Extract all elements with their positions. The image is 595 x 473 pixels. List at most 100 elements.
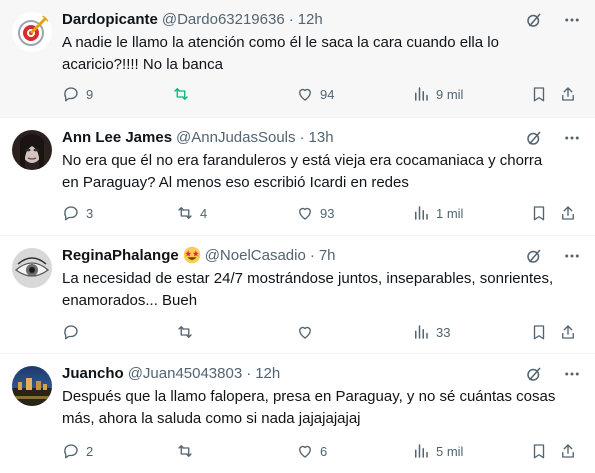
like-icon (299, 445, 311, 458)
views-button[interactable]: 33 (412, 322, 450, 342)
bookmark-button[interactable] (530, 322, 548, 342)
retweet-button[interactable] (172, 84, 196, 104)
tweet-top-actions (525, 129, 581, 147)
avatar[interactable] (12, 130, 52, 170)
tweet-top-actions (525, 365, 581, 383)
retweet-button[interactable] (176, 441, 194, 461)
separator-dot: · (299, 128, 305, 146)
tweet-actions: 2 6 5 mil (62, 441, 582, 461)
author-handle[interactable]: @AnnJudasSouls (176, 129, 295, 146)
like-count: 6 (320, 443, 328, 459)
like-count: 93 (320, 205, 335, 221)
more-icon[interactable] (563, 11, 581, 29)
reply-icon (64, 206, 78, 221)
share-button[interactable] (559, 203, 577, 223)
tweet-header: Ann Lee James @AnnJudasSouls · 13h (62, 126, 334, 148)
reply-button[interactable] (62, 322, 80, 342)
separator-dot: · (288, 10, 294, 28)
tweet-top-actions (525, 247, 581, 265)
tweet-header: ReginaPhalange @NoelCasadio · 7h (62, 244, 336, 266)
author-handle[interactable]: @Dardo63219636 (162, 11, 285, 28)
tweet[interactable]: Juancho @Juan45043803 · 12h Después que … (0, 354, 595, 473)
avatar[interactable] (12, 12, 52, 52)
more-icon[interactable] (563, 247, 581, 265)
tweet-feed: Dardopicante @Dardo63219636 · 12h A nadi… (0, 0, 595, 473)
timestamp[interactable]: 13h (309, 129, 334, 146)
avatar[interactable] (12, 366, 52, 406)
timestamp[interactable]: 7h (319, 247, 336, 264)
grok-icon[interactable] (525, 365, 543, 383)
retweet-icon (178, 207, 192, 219)
like-button[interactable] (296, 322, 314, 342)
retweet-icon (178, 326, 192, 338)
retweet-icon (174, 88, 188, 100)
tweet-actions: 9 94 9 mil (62, 84, 582, 104)
star-struck-emoji (183, 246, 201, 264)
reply-count: 9 (86, 86, 94, 102)
share-button[interactable] (559, 441, 577, 461)
author-name[interactable]: Ann Lee James (62, 129, 172, 146)
grok-icon[interactable] (525, 129, 543, 147)
bookmark-button[interactable] (530, 203, 548, 223)
share-icon (562, 325, 574, 339)
reply-button[interactable]: 2 (62, 441, 93, 461)
avatar-image (12, 248, 52, 288)
like-icon (299, 326, 311, 339)
views-button[interactable]: 5 mil (412, 441, 463, 461)
views-icon (415, 87, 428, 101)
author-handle[interactable]: @Juan45043803 (128, 365, 243, 382)
views-count: 9 mil (436, 86, 464, 102)
bookmark-icon (533, 444, 545, 459)
share-icon (562, 444, 574, 458)
tweet-text: No era que él no era faranduleros y está… (62, 152, 543, 191)
avatar-image (12, 130, 52, 170)
reply-icon (64, 87, 78, 102)
author-handle[interactable]: @NoelCasadio (205, 247, 306, 264)
tweet-top-actions (525, 11, 581, 29)
grok-icon[interactable] (525, 11, 543, 29)
reply-button[interactable]: 3 (62, 203, 93, 223)
retweet-button[interactable]: 4 (176, 203, 207, 223)
views-icon (415, 325, 428, 339)
share-button[interactable] (559, 84, 577, 104)
more-icon[interactable] (563, 365, 581, 383)
views-button[interactable]: 9 mil (412, 84, 463, 104)
reply-icon (64, 444, 78, 459)
like-icon (299, 207, 311, 220)
reply-button[interactable]: 9 (62, 84, 93, 104)
author-name[interactable]: Juancho (62, 365, 124, 382)
tweet[interactable]: Dardopicante @Dardo63219636 · 12h A nadi… (0, 0, 595, 117)
tweet-actions: 3 4 93 1 mil (62, 203, 582, 223)
author-name[interactable]: ReginaPhalange (62, 247, 179, 264)
reply-count: 3 (86, 205, 94, 221)
tweet-text: Después que la llamo falopera, presa en … (62, 388, 556, 427)
bookmark-button[interactable] (530, 84, 548, 104)
separator-dot: · (309, 246, 315, 264)
avatar-image (12, 366, 52, 406)
like-button[interactable]: 93 (296, 203, 334, 223)
retweet-icon (178, 445, 192, 457)
author-name[interactable]: Dardopicante (62, 11, 158, 28)
like-icon (299, 88, 311, 101)
views-button[interactable]: 1 mil (412, 203, 463, 223)
grok-icon[interactable] (525, 247, 543, 265)
tweet[interactable]: Ann Lee James @AnnJudasSouls · 13h No er… (0, 118, 595, 235)
tweet[interactable]: ReginaPhalange @NoelCasadio · 7h La nece… (0, 236, 595, 353)
timestamp[interactable]: 12h (255, 365, 280, 382)
tweet-actions: 33 (62, 322, 582, 342)
tweet-header: Dardopicante @Dardo63219636 · 12h (62, 8, 323, 30)
retweet-count: 4 (200, 205, 208, 221)
share-button[interactable] (559, 322, 577, 342)
like-button[interactable]: 94 (296, 84, 334, 104)
share-icon (562, 206, 574, 220)
like-count: 94 (320, 86, 335, 102)
bookmark-button[interactable] (530, 441, 548, 461)
timestamp[interactable]: 12h (298, 11, 323, 28)
avatar[interactable] (12, 248, 52, 288)
retweet-button[interactable] (176, 322, 194, 342)
more-icon[interactable] (563, 129, 581, 147)
like-button[interactable]: 6 (296, 441, 327, 461)
reply-icon (64, 325, 78, 340)
views-count: 5 mil (436, 443, 464, 459)
reply-count: 2 (86, 443, 94, 459)
